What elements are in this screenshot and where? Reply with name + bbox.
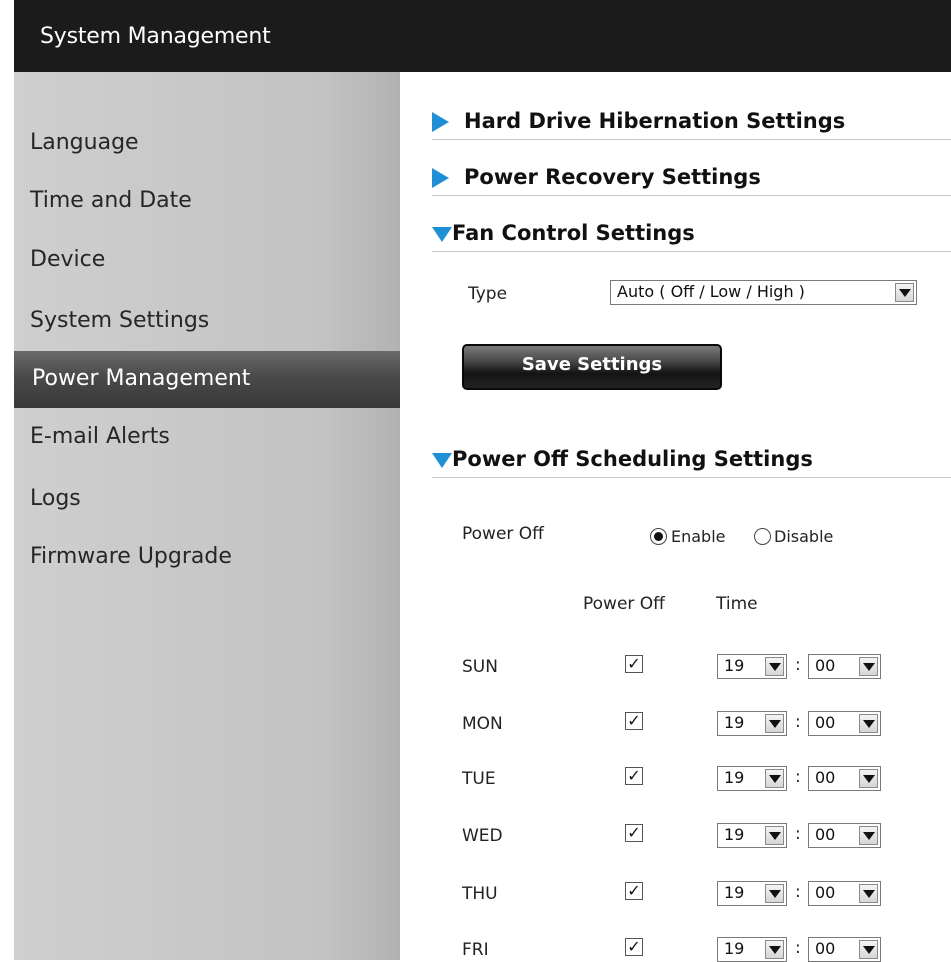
hour-select-fri[interactable]: 19 xyxy=(717,937,787,962)
chevron-down-icon xyxy=(765,884,784,903)
section-title: Hard Drive Hibernation Settings xyxy=(464,109,846,133)
minute-value: 00 xyxy=(815,939,836,958)
column-header-time: Time xyxy=(716,594,758,614)
page-title: System Management xyxy=(40,24,271,49)
power-off-checkbox-mon[interactable]: ✓ xyxy=(625,712,643,730)
chevron-down-icon xyxy=(859,657,878,676)
day-label-mon: MON xyxy=(462,714,503,734)
chevron-down-icon xyxy=(859,940,878,959)
minute-value: 00 xyxy=(815,883,836,902)
minute-value: 00 xyxy=(815,713,836,732)
fan-type-label: Type xyxy=(468,284,508,304)
enable-label: Enable xyxy=(671,527,726,546)
left-margin xyxy=(0,0,14,960)
section-hibernation-header[interactable]: Hard Drive Hibernation Settings xyxy=(432,104,951,140)
sidebar-item-email-alerts[interactable]: E-mail Alerts xyxy=(14,409,400,465)
fan-type-select[interactable]: Auto ( Off / Low / High ) xyxy=(610,280,917,305)
power-off-checkbox-wed[interactable]: ✓ xyxy=(625,824,643,842)
expand-arrow-icon xyxy=(432,168,449,188)
disable-label: Disable xyxy=(774,527,834,546)
sidebar-item-device[interactable]: Device xyxy=(14,232,400,288)
power-off-checkbox-tue[interactable]: ✓ xyxy=(625,767,643,785)
chevron-down-icon xyxy=(859,714,878,733)
chevron-down-icon xyxy=(765,769,784,788)
minute-value: 00 xyxy=(815,768,836,787)
time-separator: : xyxy=(795,655,801,675)
section-schedule-header[interactable]: Power Off Scheduling Settings xyxy=(432,442,951,478)
section-recovery-header[interactable]: Power Recovery Settings xyxy=(432,160,951,196)
time-separator: : xyxy=(795,712,801,732)
chevron-down-icon xyxy=(859,769,878,788)
hour-select-sun[interactable]: 19 xyxy=(717,654,787,679)
hour-value: 19 xyxy=(724,939,745,958)
main-content: Hard Drive Hibernation Settings Power Re… xyxy=(400,72,951,962)
minute-select-mon[interactable]: 00 xyxy=(808,711,881,736)
chevron-down-icon xyxy=(765,714,784,733)
hour-value: 19 xyxy=(724,768,745,787)
time-separator: : xyxy=(795,767,801,787)
hour-select-thu[interactable]: 19 xyxy=(717,881,787,906)
minute-select-sun[interactable]: 00 xyxy=(808,654,881,679)
page-header: System Management xyxy=(14,0,951,72)
collapse-arrow-icon xyxy=(432,453,452,468)
power-off-label: Power Off xyxy=(462,524,544,544)
chevron-down-icon xyxy=(765,657,784,676)
power-off-checkbox-sun[interactable]: ✓ xyxy=(625,655,643,673)
day-label-wed: WED xyxy=(462,826,503,846)
minute-select-tue[interactable]: 00 xyxy=(808,766,881,791)
day-label-tue: TUE xyxy=(462,769,496,789)
column-header-power-off: Power Off xyxy=(583,594,665,614)
chevron-down-icon xyxy=(765,826,784,845)
sidebar-item-language[interactable]: Language xyxy=(14,115,400,171)
minute-select-wed[interactable]: 00 xyxy=(808,823,881,848)
hour-select-tue[interactable]: 19 xyxy=(717,766,787,791)
section-fan-header[interactable]: Fan Control Settings xyxy=(432,216,951,252)
chevron-down-icon xyxy=(895,283,914,302)
sidebar-item-power-management[interactable]: Power Management xyxy=(14,351,400,408)
minute-select-fri[interactable]: 00 xyxy=(808,937,881,962)
time-separator: : xyxy=(795,938,801,958)
sidebar-item-time-and-date[interactable]: Time and Date xyxy=(14,173,400,229)
hour-value: 19 xyxy=(724,825,745,844)
chevron-down-icon xyxy=(859,884,878,903)
sidebar: Language Time and Date Device System Set… xyxy=(14,72,400,960)
time-separator: : xyxy=(795,824,801,844)
minute-select-thu[interactable]: 00 xyxy=(808,881,881,906)
hour-value: 19 xyxy=(724,656,745,675)
day-label-fri: FRI xyxy=(462,940,489,960)
day-label-thu: THU xyxy=(462,884,498,904)
day-label-sun: SUN xyxy=(462,657,498,677)
section-title: Power Recovery Settings xyxy=(464,165,761,189)
section-title: Power Off Scheduling Settings xyxy=(452,447,813,471)
sidebar-item-logs[interactable]: Logs xyxy=(14,471,400,527)
sidebar-item-firmware-upgrade[interactable]: Firmware Upgrade xyxy=(14,529,400,585)
minute-value: 00 xyxy=(815,825,836,844)
enable-radio[interactable] xyxy=(650,528,667,545)
hour-value: 19 xyxy=(724,713,745,732)
time-separator: : xyxy=(795,882,801,902)
fan-type-value: Auto ( Off / Low / High ) xyxy=(617,282,805,301)
minute-value: 00 xyxy=(815,656,836,675)
chevron-down-icon xyxy=(765,940,784,959)
chevron-down-icon xyxy=(859,826,878,845)
collapse-arrow-icon xyxy=(432,227,452,242)
section-title: Fan Control Settings xyxy=(452,221,695,245)
power-off-checkbox-fri[interactable]: ✓ xyxy=(625,938,643,956)
save-settings-button[interactable]: Save Settings xyxy=(462,344,722,390)
hour-value: 19 xyxy=(724,883,745,902)
disable-radio[interactable] xyxy=(754,528,771,545)
expand-arrow-icon xyxy=(432,112,449,132)
hour-select-wed[interactable]: 19 xyxy=(717,823,787,848)
sidebar-item-system-settings[interactable]: System Settings xyxy=(14,293,400,349)
power-off-checkbox-thu[interactable]: ✓ xyxy=(625,882,643,900)
hour-select-mon[interactable]: 19 xyxy=(717,711,787,736)
